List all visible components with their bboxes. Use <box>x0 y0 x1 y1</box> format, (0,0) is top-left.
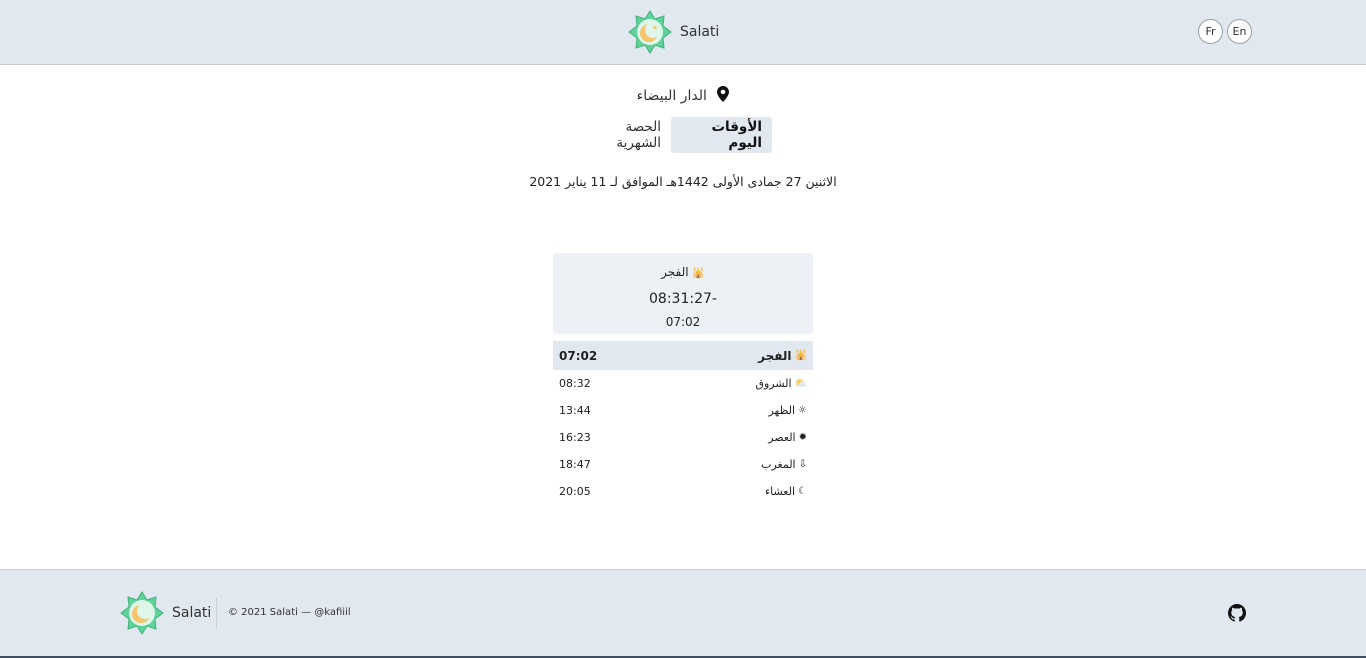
sunrise-icon: ⛅ <box>794 378 807 389</box>
prayer-time: 08:32 <box>559 377 591 390</box>
tab-monthly[interactable]: الحصة الشهرية <box>574 117 671 153</box>
prayer-name: الظهر <box>768 404 796 417</box>
logo-icon <box>628 10 672 54</box>
location: الدار البيضاء <box>0 86 1366 106</box>
header: Salati Fr En <box>0 0 1366 65</box>
next-prayer-time: 07:02 <box>665 315 701 329</box>
footer: Salati © 2021 Salati — @kafiiil <box>0 569 1366 658</box>
lang-en-button[interactable]: En <box>1227 19 1252 44</box>
date-line: الاثنين 27 جمادى الأولى 1442هـ الموافق ل… <box>529 174 837 189</box>
prayer-name-cell: ⛅ الشروق <box>755 370 807 397</box>
brand-name: Salati <box>680 24 720 40</box>
tabs: الأوقات اليوم الحصة الشهرية <box>574 117 772 153</box>
mosque-icon: 🕌 <box>794 350 807 361</box>
prayer-name-cell: ✹ العصر <box>768 424 807 451</box>
prayer-time: 18:47 <box>559 458 591 471</box>
prayer-row-fajr: 07:02 🕌 الفجر <box>553 341 813 370</box>
sunset-icon: ⇩ <box>798 459 807 470</box>
lang-fr-button[interactable]: Fr <box>1198 19 1223 44</box>
logo-icon <box>120 591 164 635</box>
prayer-row-maghrib: 18:47 ⇩ المغرب <box>553 451 813 478</box>
footer-divider <box>216 598 217 628</box>
prayer-time: 16:23 <box>559 431 591 444</box>
prayer-name-cell: ☾ العشاء <box>765 478 807 505</box>
prayer-row-asr: 16:23 ✹ العصر <box>553 424 813 451</box>
location-city: الدار البيضاء <box>636 88 707 104</box>
prayer-name-cell: ☼ الظهر <box>768 397 807 424</box>
main-content: الدار البيضاء الأوقات اليوم الحصة الشهري… <box>0 66 1366 569</box>
prayer-name-cell: 🕌 الفجر <box>758 341 807 370</box>
next-prayer-card: 🕌 الفجر -08:31:27 07:02 <box>553 253 813 334</box>
prayer-name: الشروق <box>755 377 792 390</box>
prayer-time: 20:05 <box>559 485 591 498</box>
prayer-name: الفجر <box>758 348 792 363</box>
map-pin-icon <box>717 86 730 106</box>
prayer-row-sunrise: 08:32 ⛅ الشروق <box>553 370 813 397</box>
prayer-time: 13:44 <box>559 404 591 417</box>
footer-brand-name: Salati <box>172 605 212 621</box>
prayer-times-table: 07:02 🕌 الفجر 08:32 ⛅ الشروق 13:44 ☼ الظ… <box>553 341 813 505</box>
next-prayer-countdown: -08:31:27 <box>649 291 717 307</box>
prayer-row-dhuhr: 13:44 ☼ الظهر <box>553 397 813 424</box>
prayer-time: 07:02 <box>559 348 598 363</box>
prayer-name: المغرب <box>761 458 796 471</box>
prayer-name: العصر <box>768 431 796 444</box>
sun-icon: ☼ <box>798 405 807 416</box>
next-prayer-name: الفجر <box>661 265 689 279</box>
prayer-name: العشاء <box>764 485 796 498</box>
sun-bold-icon: ✹ <box>798 432 807 443</box>
brand-link[interactable]: Salati <box>628 10 719 54</box>
prayer-name-cell: ⇩ المغرب <box>761 451 807 478</box>
moon-icon: ☾ <box>798 486 807 497</box>
next-prayer-name-row: 🕌 الفجر <box>553 265 813 279</box>
footer-brand-link[interactable]: Salati <box>120 591 211 635</box>
prayer-row-isha: 20:05 ☾ العشاء <box>553 478 813 505</box>
tab-today[interactable]: الأوقات اليوم <box>670 117 772 153</box>
footer-copyright: © 2021 Salati — @kafiiil <box>228 607 351 618</box>
github-icon[interactable] <box>1228 604 1246 622</box>
mosque-icon: 🕌 <box>692 268 705 279</box>
